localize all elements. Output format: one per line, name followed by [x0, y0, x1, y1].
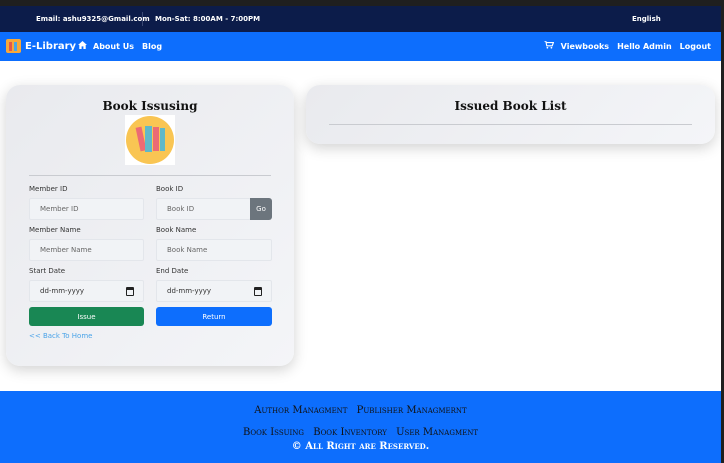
- book-issuing-title: Book Issusing: [102, 99, 198, 113]
- book-issuing-card: Book Issusing Member ID Member ID Book I…: [6, 85, 294, 366]
- home-icon[interactable]: [78, 41, 87, 51]
- card-divider: [29, 175, 271, 176]
- opening-hours: Mon-Sat: 8:00AM - 7:00PM: [155, 15, 261, 23]
- end-date-input[interactable]: dd-mm-yyyy: [156, 280, 272, 302]
- cart-icon[interactable]: [543, 40, 554, 51]
- footer-links-row-1: Author Managment Publisher Managmernt: [0, 405, 721, 416]
- topbar-divider: [142, 12, 143, 26]
- viewbooks-link[interactable]: Viewbooks: [561, 42, 609, 51]
- site-footer: Author Managment Publisher Managmernt Bo…: [0, 391, 721, 463]
- footer-link-book-issuing[interactable]: Book Issuing: [243, 427, 304, 438]
- page: Email: ashu9325@Gmail.com Mon-Sat: 8:00A…: [0, 6, 721, 463]
- book-name-input[interactable]: Book Name: [156, 239, 272, 261]
- blog-link[interactable]: Blog: [142, 42, 162, 51]
- hello-admin-link[interactable]: Hello Admin: [617, 42, 672, 51]
- nav-links-right: Viewbooks Hello Admin Logout: [543, 40, 711, 51]
- footer-links-row-2: Book Issuing Book Inventory User Managme…: [0, 427, 721, 438]
- brand-link[interactable]: E-Library: [6, 39, 76, 53]
- go-button[interactable]: Go: [250, 198, 272, 220]
- issued-book-list-title: Issued Book List: [454, 99, 567, 113]
- book-id-label: Book ID: [156, 185, 184, 193]
- calendar-icon[interactable]: [254, 287, 262, 296]
- start-date-input[interactable]: dd-mm-yyyy: [29, 280, 144, 302]
- end-date-value: dd-mm-yyyy: [167, 287, 212, 295]
- language-selector[interactable]: English: [632, 15, 661, 23]
- main-navbar: E-Library About Us Blog Viewbooks Hello …: [0, 32, 721, 61]
- nav-links-left: About Us Blog: [78, 41, 162, 51]
- contact-email: Email: ashu9325@Gmail.com: [36, 15, 150, 23]
- start-date-value: dd-mm-yyyy: [40, 287, 85, 295]
- footer-link-author-managment[interactable]: Author Managment: [254, 405, 347, 416]
- member-name-label: Member Name: [29, 226, 81, 234]
- end-date-label: End Date: [156, 267, 189, 275]
- top-info-bar: Email: ashu9325@Gmail.com Mon-Sat: 8:00A…: [0, 6, 721, 32]
- list-divider: [329, 124, 692, 125]
- member-name-input[interactable]: Member Name: [29, 239, 144, 261]
- logout-link[interactable]: Logout: [680, 42, 711, 51]
- book-id-input[interactable]: Book ID: [156, 198, 251, 220]
- member-id-input[interactable]: Member ID: [29, 198, 144, 220]
- footer-link-user-managment[interactable]: User Managment: [396, 427, 478, 438]
- about-us-link[interactable]: About Us: [93, 42, 134, 51]
- return-button[interactable]: Return: [156, 307, 272, 326]
- book-name-label: Book Name: [156, 226, 197, 234]
- member-id-label: Member ID: [29, 185, 68, 193]
- issue-button[interactable]: Issue: [29, 307, 144, 326]
- books-image: [125, 115, 175, 165]
- calendar-icon[interactable]: [126, 287, 134, 296]
- footer-link-book-inventory[interactable]: Book Inventory: [313, 427, 387, 438]
- start-date-label: Start Date: [29, 267, 66, 275]
- brand-name: E-Library: [25, 40, 77, 52]
- book-logo-icon: [6, 39, 21, 53]
- footer-link-publisher-managmernt[interactable]: Publisher Managmernt: [357, 405, 467, 416]
- issued-book-list-card: Issued Book List: [306, 85, 715, 144]
- footer-copyright: © All Right are Reserved.: [291, 441, 430, 452]
- back-to-home-link[interactable]: << Back To Home: [29, 332, 92, 340]
